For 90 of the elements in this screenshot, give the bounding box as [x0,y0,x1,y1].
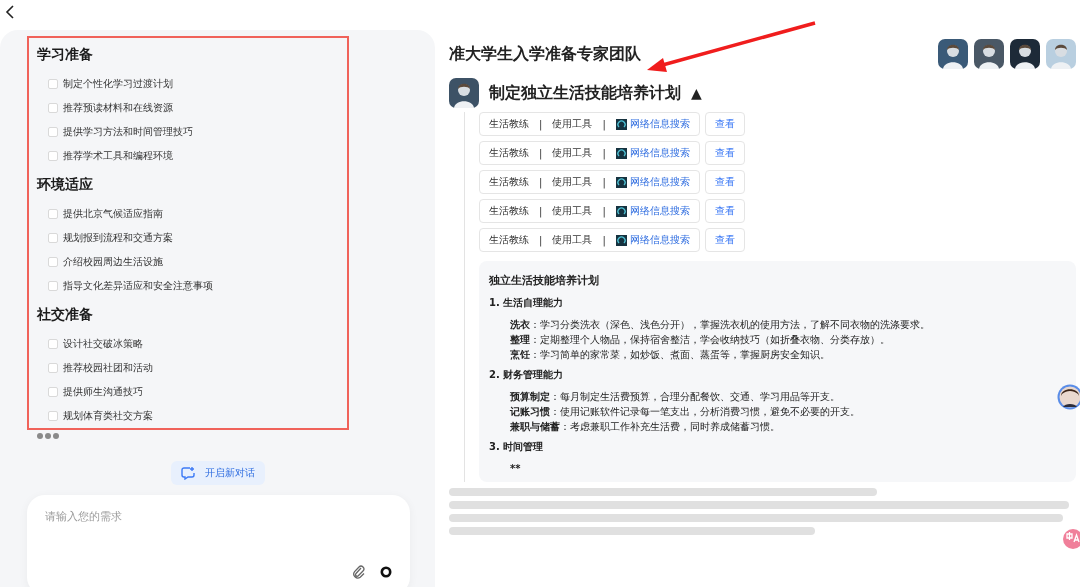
separator: | [539,147,543,159]
more-icon[interactable] [37,433,59,439]
task-item-label: 介绍校园周边生活设施 [63,255,163,269]
record-icon[interactable] [380,566,392,578]
document-title: 独立生活技能培养计划 [489,273,600,288]
team-title: 准大学生入学准备专家团队 [449,43,641,65]
paragraph: 烹饪：学习简单的家常菜，如炒饭、煮面、蒸蛋等，掌握厨房安全知识。 [509,348,831,362]
translate-icon[interactable] [1062,528,1080,550]
checkbox[interactable] [48,79,58,89]
role-label: 生活教练 [489,233,529,247]
view-button[interactable]: 查看 [704,141,745,165]
view-button[interactable]: 查看 [704,199,745,223]
tool-name-link[interactable]: 网络信息搜索 [629,175,690,189]
separator: | [602,118,606,130]
separator: | [602,147,606,159]
separator: | [539,118,543,130]
avatar [1046,39,1076,69]
paragraph: 记账习惯：使用记账软件记录每一笔支出，分析消费习惯，避免不必要的开支。 [509,405,861,419]
task-item-label: 提供北京气候适应指南 [63,207,163,221]
role-label: 生活教练 [489,117,529,131]
tool-name-link[interactable]: 网络信息搜索 [629,117,690,131]
section-heading: 3. 时间管理 [489,440,545,454]
action-label: 使用工具 [552,175,593,189]
task-item-label: 提供师生沟通技巧 [63,385,143,399]
task-item-label: 推荐学术工具和编程环境 [63,149,173,163]
search-tool-icon [615,176,627,188]
paragraph: 兼职与储蓄：考虑兼职工作补充生活费，同时养成储蓄习惯。 [509,420,781,434]
checkbox[interactable] [48,257,58,267]
chat-plus-icon [180,466,195,480]
search-tool-icon [615,147,627,159]
view-button[interactable]: 查看 [704,170,745,194]
checkbox[interactable] [48,127,58,137]
new-chat-button[interactable]: 开启新对话 [170,461,265,485]
collapse-toggle[interactable]: ▲ [691,85,702,101]
task-item-label: 指导文化差异适应和安全注意事项 [63,279,213,293]
checkbox[interactable] [48,151,58,161]
separator: | [539,205,543,217]
paragraph: 预算制定：每月制定生活费预算，合理分配餐饮、交通、学习用品等开支。 [509,390,841,404]
search-tool-icon [615,118,627,130]
view-button[interactable]: 查看 [704,112,745,136]
tool-name-link[interactable]: 网络信息搜索 [629,233,690,247]
avatar [449,78,479,108]
section-heading: 环境适应 [37,176,94,194]
task-title: 制定独立生活技能培养计划 [489,82,681,104]
action-label: 使用工具 [552,117,593,131]
paragraph: ** [509,462,522,476]
task-item-label: 设计社交破冰策略 [63,337,143,351]
checkbox[interactable] [48,339,58,349]
avatar [974,39,1004,69]
task-item-label: 推荐预读材料和在线资源 [63,101,173,115]
checkbox[interactable] [48,363,58,373]
task-item-label: 推荐校园社团和活动 [63,361,153,375]
avatar [1010,39,1040,69]
paragraph: 整理：定期整理个人物品，保持宿舍整洁，学会收纳技巧（如折叠衣物、分类存放）。 [509,333,891,347]
checkbox[interactable] [48,387,58,397]
role-label: 生活教练 [489,175,529,189]
separator: | [602,234,606,246]
avatar [938,39,968,69]
checkbox[interactable] [48,103,58,113]
role-label: 生活教练 [489,146,529,160]
task-item-label: 规划体育类社交方案 [63,409,153,423]
search-tool-icon [615,234,627,246]
input-field[interactable]: 请输入您的需求 [27,495,410,587]
action-label: 使用工具 [552,204,593,218]
separator: | [602,205,606,217]
task-item-label: 制定个性化学习过渡计划 [63,77,173,91]
action-label: 使用工具 [552,233,593,247]
task-item-label: 规划报到流程和交通方案 [63,231,173,245]
paragraph: 洗衣：学习分类洗衣（深色、浅色分开），掌握洗衣机的使用方法，了解不同衣物的洗涤要求。 [509,318,931,332]
paperclip-icon[interactable] [352,565,366,579]
role-label: 生活教练 [489,204,529,218]
search-tool-icon [615,205,627,217]
checkbox[interactable] [48,209,58,219]
separator: | [602,176,606,188]
checkbox[interactable] [48,281,58,291]
separator: | [539,234,543,246]
section-heading: 1. 生活自理能力 [489,296,565,310]
assistant-avatar[interactable] [1057,384,1080,410]
section-heading: 2. 财务管理能力 [489,368,565,382]
task-item-label: 提供学习方法和时间管理技巧 [63,125,193,139]
tool-name-link[interactable]: 网络信息搜索 [629,204,690,218]
view-button[interactable]: 查看 [704,228,745,252]
back-icon[interactable] [5,5,15,19]
separator: | [539,176,543,188]
action-label: 使用工具 [552,146,593,160]
section-heading: 学习准备 [37,46,94,64]
checkbox[interactable] [48,233,58,243]
section-heading: 社交准备 [37,306,94,324]
checkbox[interactable] [48,411,58,421]
tool-name-link[interactable]: 网络信息搜索 [629,146,690,160]
